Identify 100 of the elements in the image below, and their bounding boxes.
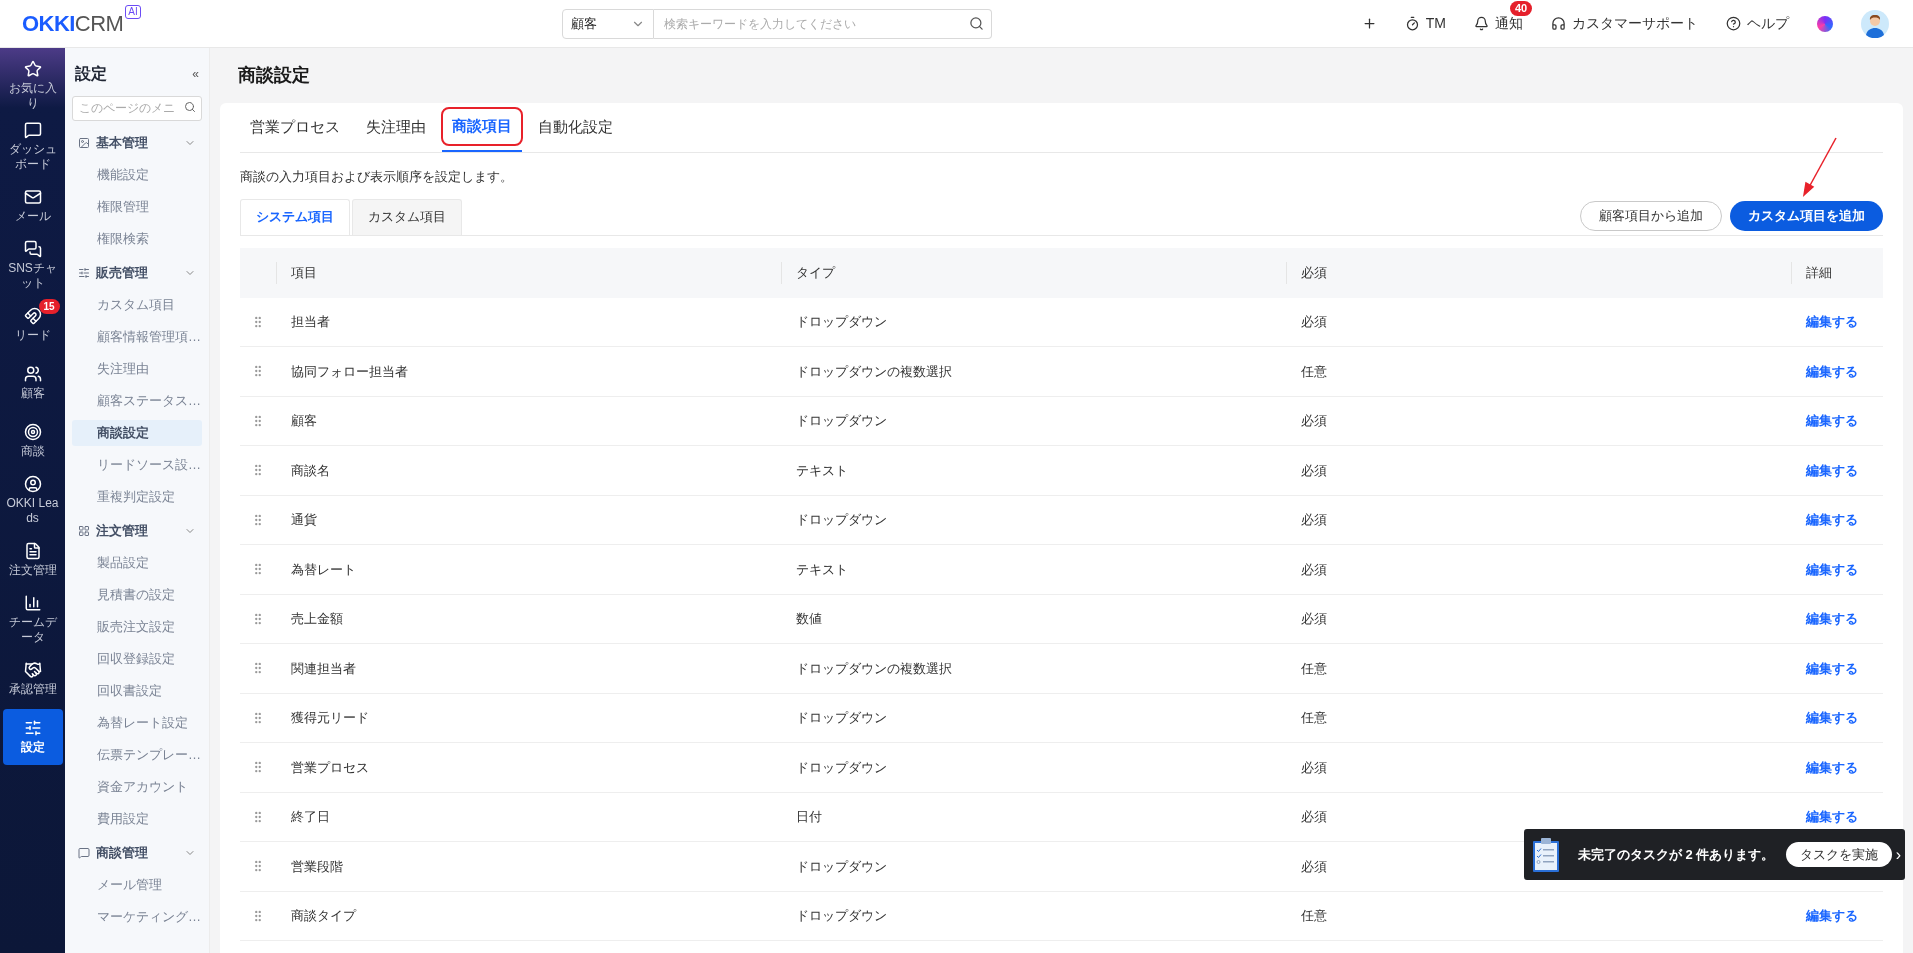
nav-item[interactable]: 承認管理 [2,651,63,707]
more-button[interactable]: › [1895,846,1901,863]
table-cell-text: 為替レート [291,560,356,579]
table-cell-text: テキスト [796,560,848,579]
menu-item[interactable]: 顧客ステータス… [72,387,202,414]
nav-item[interactable]: リード 15 [2,297,63,353]
table-cell-text: 任意 [1301,659,1327,678]
table-cell-text: 商談名 [291,461,330,480]
menu-item[interactable]: 製品設定 [72,549,202,576]
menu-item[interactable]: 販売注文設定 [72,613,202,640]
edit-link[interactable]: 編集する [1806,658,1858,678]
table-cell-text: 必須 [1301,758,1327,777]
table-cell-text: 担当者 [291,313,330,331]
edit-link[interactable]: 編集する [1806,906,1858,926]
chat-icon [23,240,42,258]
edit-link[interactable]: 編集する [1806,460,1858,480]
edit-link[interactable]: 編集する [1806,708,1858,728]
sliders-icon [78,266,90,279]
avatar-icon[interactable] [1861,9,1889,38]
tm-button[interactable]: TM [1404,13,1446,34]
menu-item[interactable]: 為替レート設定 [72,709,202,736]
table-cell-text: 協同フォロー担当者 [291,362,408,381]
search-icon[interactable] [969,15,984,31]
edit-link[interactable]: 編集する [1806,361,1858,381]
menu-group[interactable]: 商談管理 [72,836,202,869]
search-field[interactable]: 検索キーワードを入力してください [654,8,992,39]
menu-group[interactable]: 注文管理 [72,514,202,547]
support-button[interactable]: カスタマーサポート [1551,13,1698,34]
table-cell-text: 数値 [796,610,822,628]
column-header: 詳細 [1805,263,1832,282]
edit-link[interactable]: 編集する [1806,411,1858,431]
notification-count: 40 [1510,1,1533,16]
nav-item[interactable]: 設定 [2,709,63,765]
edit-link[interactable]: 編集する [1806,510,1858,530]
menu-item[interactable]: 商談設定 [72,419,202,446]
nav-item[interactable]: 顧客 [2,355,63,411]
table-cell-text: 必須 [1301,511,1327,529]
menu-item[interactable]: メール管理 [72,871,202,898]
menu-item[interactable]: 回収登録設定 [72,645,202,672]
nav-item[interactable]: ダッシュボード [2,117,63,176]
add-icon[interactable] [1361,16,1377,31]
menu-group[interactable]: 販売管理 [72,256,202,289]
table-cell-text: ドロップダウン [796,511,887,529]
table-cell-text: 必須 [1301,857,1327,876]
sub-tab[interactable]: カスタム項目 [352,198,462,235]
headset-icon [1551,16,1566,31]
edit-link[interactable]: 編集する [1806,609,1858,629]
tab[interactable]: 商談項目 [442,103,522,152]
tab[interactable]: 自動化設定 [528,103,623,152]
table-cell-text: 獲得元リード [291,709,369,727]
nav-item[interactable]: メール [2,178,63,234]
edit-link[interactable]: 編集する [1806,559,1858,579]
edit-link[interactable]: 編集する [1806,807,1858,827]
notification-button[interactable]: 通知 [1474,13,1523,34]
menu-item[interactable]: リードソース設… [72,451,202,478]
edit-link[interactable]: 編集する [1806,312,1858,332]
menu-item[interactable]: 権限検索 [72,225,202,252]
menu-item[interactable]: 失注理由 [72,355,202,382]
table-cell-text: 終了日 [291,808,330,826]
nav-item[interactable]: お気に入り [2,56,63,115]
do-task-button[interactable]: タスクを実施 [1785,842,1892,867]
document-icon [23,542,42,560]
edit-link[interactable]: 編集する [1806,757,1858,777]
sparkle-orb-icon[interactable] [1817,15,1833,32]
message-icon [23,121,42,139]
collapse-button[interactable]: « [192,65,199,83]
menu-item[interactable]: カスタム項目 [72,291,202,318]
help-button[interactable]: ヘルプ [1726,13,1789,34]
person-icon [23,475,42,493]
page-title: 商談設定 [238,64,310,87]
menu-search-field[interactable]: このページのメニ [72,95,202,121]
table-cell-text: 売上金額 [291,610,343,628]
menu-item[interactable]: 重複判定設定 [72,483,202,510]
add-button[interactable]: 顧客項目から追加 [1580,200,1722,231]
menu-item[interactable]: 顧客情報管理項… [72,323,202,350]
menu-group[interactable]: 基本管理 [72,126,202,159]
table-cell-text: 通貨 [291,511,317,529]
nav-item[interactable]: OKKI Leads [2,471,63,530]
menu-item[interactable]: 費用設定 [72,805,202,832]
menu-item[interactable]: 資金アカウント [72,773,202,800]
menu-item[interactable]: 見積書の設定 [72,581,202,608]
table-cell-text: 必須 [1301,808,1327,826]
sliders-icon [23,719,42,737]
menu-item[interactable]: マーケティング… [72,903,202,930]
nav-item[interactable]: SNSチャット [2,236,63,295]
nav-item[interactable]: チームデータ [2,590,63,649]
menu-item[interactable]: 権限管理 [72,193,202,220]
search-scope-select[interactable]: 顧客 [562,8,654,39]
add-button[interactable]: カスタム項目を追加 [1730,200,1883,231]
nav-item[interactable]: 商談 [2,413,63,469]
menu-item[interactable]: 回収書設定 [72,677,202,704]
tab[interactable]: 失注理由 [356,103,436,152]
sub-tab[interactable]: システム項目 [240,198,350,235]
tab[interactable]: 営業プロセス [240,103,350,152]
column-header: 必須 [1300,263,1327,282]
nav-item[interactable]: 注文管理 [2,532,63,588]
menu-item[interactable]: 伝票テンプレー… [72,741,202,768]
task-message: 未完了のタスクが 2 件あります。 [1578,845,1776,864]
help-icon [1726,16,1741,31]
menu-item[interactable]: 機能設定 [72,161,202,188]
